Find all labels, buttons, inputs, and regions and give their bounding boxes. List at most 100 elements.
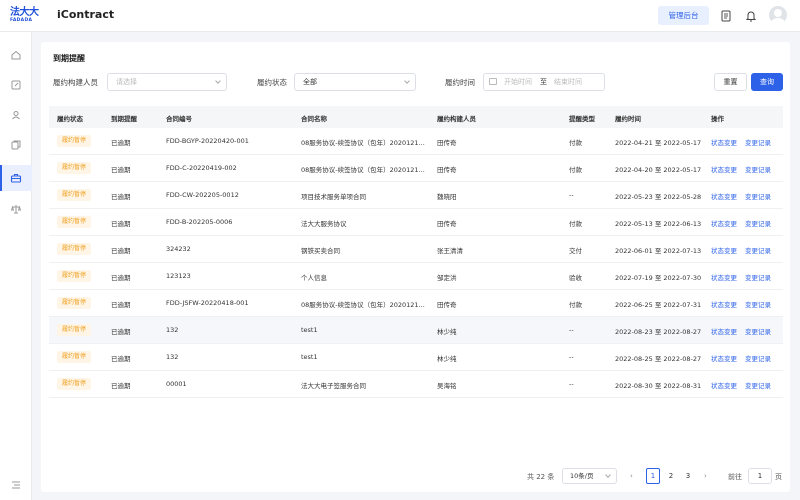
time-cell: 2022-08-30 至 2022-08-31 (615, 382, 702, 390)
status-change-link[interactable]: 状态变更 (711, 272, 737, 282)
contract-no-cell: 132 (166, 353, 179, 361)
contract-name-cell: 08服务协议-续签协议（包年）2020121... (301, 301, 425, 309)
table-row: 履约暂停 已逾期 123123 个人信息 邹定洪 验收 2022-07-19 至 2022-… (49, 263, 783, 290)
query-button[interactable]: 查询 (751, 73, 783, 91)
creator-select[interactable]: 请选择 (107, 73, 227, 91)
change-log-link[interactable]: 变更记录 (745, 218, 771, 228)
sidebar-item-legal[interactable] (0, 196, 32, 222)
sidebar-item-edit[interactable] (0, 72, 32, 98)
status-change-link[interactable]: 状态变更 (711, 191, 737, 201)
top-header: 法大大 FADADA iContract 管理后台 (0, 0, 800, 32)
status-change-link[interactable]: 状态变更 (711, 326, 737, 336)
start-date-input[interactable]: 开始时间 (504, 74, 532, 90)
col-header-contract-name: 合同名称 (301, 115, 327, 123)
type-cell: 验收 (569, 274, 582, 282)
prev-page-button[interactable]: ‹ (630, 472, 633, 480)
table-row: 履约暂停 已逾期 FDD-B-202205-0006 法大大服务协议 田传奇 付款 2022… (49, 209, 783, 236)
time-cell: 2022-06-01 至 2022-07-13 (615, 247, 702, 255)
reset-button[interactable]: 重置 (714, 73, 747, 91)
contract-no-cell: 324232 (166, 245, 191, 253)
document-icon[interactable] (719, 9, 733, 23)
total-count: 共 22 条 (527, 473, 555, 481)
change-log-link[interactable]: 变更记录 (745, 380, 771, 390)
col-header-reminder: 到期提醒 (111, 115, 137, 123)
sidebar-item-copy[interactable] (0, 132, 32, 158)
contract-name-cell: 法大大服务协议 (301, 220, 347, 228)
admin-console-button[interactable]: 管理后台 (658, 6, 709, 25)
range-separator: 至 (540, 78, 547, 86)
change-log-link[interactable]: 变更记录 (745, 299, 771, 309)
page-size-value: 10条/页 (570, 472, 594, 480)
change-log-link[interactable]: 变更记录 (745, 137, 771, 147)
status-change-link[interactable]: 状态变更 (711, 164, 737, 174)
status-badge: 履约暂停 (57, 270, 92, 282)
col-header-creator: 履约构建人员 (437, 115, 476, 123)
page-suffix: 页 (775, 473, 782, 481)
bell-icon[interactable] (744, 9, 758, 23)
sidebar-item-contracts[interactable] (0, 165, 32, 191)
end-date-input[interactable]: 结束时间 (554, 74, 582, 90)
fadada-logo[interactable]: 法大大 FADADA (10, 7, 40, 25)
status-filter-label: 履约状态 (257, 78, 287, 87)
creator-cell: 张王清清 (437, 247, 463, 255)
reminder-cell: 已逾期 (111, 166, 131, 174)
contract-no-cell: 123123 (166, 272, 191, 280)
type-cell: 交付 (569, 247, 582, 255)
page-button-1[interactable]: 1 (646, 468, 660, 484)
change-log-link[interactable]: 变更记录 (745, 245, 771, 255)
status-badge: 履约暂停 (57, 324, 92, 336)
page-size-select[interactable]: 10条/页 (562, 468, 617, 484)
status-change-link[interactable]: 状态变更 (711, 380, 737, 390)
col-header-actions: 操作 (711, 115, 724, 123)
table-row: 履约暂停 已逾期 FDD-C-20220419-002 08服务协议-续签协议（包年）… (49, 155, 783, 182)
next-page-button[interactable]: › (704, 472, 707, 480)
date-range-picker[interactable]: 开始时间 至 结束时间 (483, 73, 605, 91)
creator-cell: 邹定洪 (437, 274, 457, 282)
page-button-2[interactable]: 2 (664, 468, 678, 484)
app-title: iContract (57, 8, 115, 21)
chevron-down-icon (404, 78, 410, 84)
creator-cell: 田传奇 (437, 139, 457, 147)
change-log-link[interactable]: 变更记录 (745, 191, 771, 201)
table-row: 履约暂停 已逾期 132 test1 林少纯 -- 2022-08-25 至 2022-08… (49, 344, 783, 371)
contract-name-cell: 法大大电子签服务合同 (301, 382, 366, 390)
status-badge: 履约暂停 (57, 162, 92, 174)
change-log-link[interactable]: 变更记录 (745, 326, 771, 336)
status-select-value: 全部 (303, 78, 317, 86)
change-log-link[interactable]: 变更记录 (745, 353, 771, 363)
briefcase-icon (10, 173, 22, 183)
contract-no-cell: FDD-C-20220419-002 (166, 164, 237, 172)
page-button-3[interactable]: 3 (681, 468, 695, 484)
contract-no-cell: FDD-BGYP-20220420-001 (166, 137, 249, 145)
time-cell: 2022-04-21 至 2022-05-17 (615, 139, 702, 147)
status-change-link[interactable]: 状态变更 (711, 245, 737, 255)
time-cell: 2022-05-13 至 2022-06-13 (615, 220, 702, 228)
user-avatar[interactable] (769, 6, 787, 24)
col-header-type: 提醒类型 (569, 115, 595, 123)
status-select[interactable]: 全部 (294, 73, 416, 91)
creator-cell: 田传奇 (437, 220, 457, 228)
goto-label: 前往 (728, 473, 742, 481)
sidebar-item-home[interactable] (0, 42, 32, 68)
logo-text-en: FADADA (10, 18, 33, 23)
status-change-link[interactable]: 状态变更 (711, 299, 737, 309)
status-change-link[interactable]: 状态变更 (711, 353, 737, 363)
sidebar-item-users[interactable] (0, 102, 32, 128)
change-log-link[interactable]: 变更记录 (745, 272, 771, 282)
status-change-link[interactable]: 状态变更 (711, 137, 737, 147)
change-log-link[interactable]: 变更记录 (745, 164, 771, 174)
copy-icon (11, 140, 21, 150)
type-cell: 付款 (569, 139, 582, 147)
contract-no-cell: FDD-B-202205-0006 (166, 218, 233, 226)
goto-page-input[interactable]: 1 (748, 468, 772, 484)
sidebar (0, 32, 32, 500)
time-cell: 2022-06-25 至 2022-07-31 (615, 301, 702, 309)
type-cell: 付款 (569, 220, 582, 228)
creator-cell: 田传奇 (437, 166, 457, 174)
type-cell: -- (569, 380, 574, 388)
status-change-link[interactable]: 状态变更 (711, 218, 737, 228)
reminder-cell: 已逾期 (111, 274, 131, 282)
table-row: 履约暂停 已逾期 FDD-CW-202205-0012 项目技术服务单项合同 魏晓阳 --… (49, 182, 783, 209)
chevron-down-icon (605, 472, 611, 478)
sidebar-collapse-button[interactable] (0, 472, 32, 498)
